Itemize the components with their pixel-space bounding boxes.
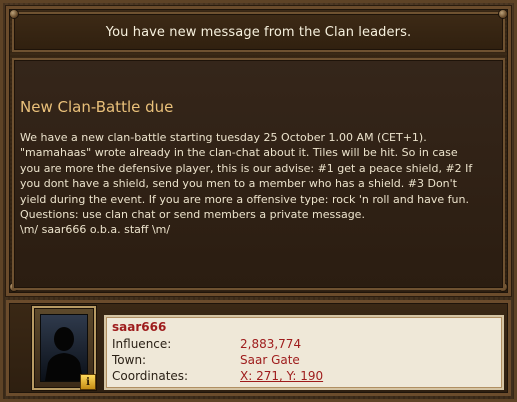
town-row: Town: Saar Gate	[112, 353, 492, 369]
town-value: Saar Gate	[240, 353, 300, 367]
rivet-icon	[10, 10, 18, 18]
silhouette-icon	[41, 315, 87, 381]
message-line: you are more the defensive player, this …	[20, 161, 473, 175]
message-line: Questions: use clan chat or send members…	[20, 208, 365, 222]
message-body: We have a new clan-battle starting tuesd…	[20, 130, 506, 238]
sender-name[interactable]: saar666	[112, 320, 166, 334]
influence-row: Influence: 2,883,774	[112, 337, 492, 353]
influence-value: 2,883,774	[240, 337, 302, 351]
message-line: "mamahaas" wrote already in the clan-cha…	[20, 146, 458, 160]
header-title: You have new message from the Clan leade…	[105, 24, 412, 40]
coordinates-link[interactable]: X: 271, Y: 190	[240, 369, 323, 383]
message-line: We have a new clan-battle starting tuesd…	[20, 131, 427, 144]
sender-profile-card: saar666 Influence: 2,883,774 Town: Saar …	[104, 315, 504, 390]
message-line: yield during the event. If you are more …	[20, 192, 469, 206]
message-line: you dont have a shield, send you men to …	[20, 177, 457, 191]
sender-stats: Influence: 2,883,774 Town: Saar Gate Coo…	[112, 337, 492, 385]
message-line: \m/ saar666 o.b.a. staff \m/	[20, 223, 171, 237]
town-label: Town:	[112, 353, 147, 367]
influence-label: Influence:	[112, 337, 172, 351]
avatar	[40, 314, 88, 382]
coordinates-label: Coordinates:	[112, 369, 189, 383]
rivet-icon	[499, 10, 507, 18]
header-bar: You have new message from the Clan leade…	[12, 12, 505, 52]
avatar-frame[interactable]: i	[32, 306, 96, 390]
coordinates-row: Coordinates: X: 271, Y: 190	[112, 369, 492, 385]
message-subject: New Clan-Battle due	[20, 98, 174, 116]
info-icon[interactable]: i	[80, 374, 96, 390]
